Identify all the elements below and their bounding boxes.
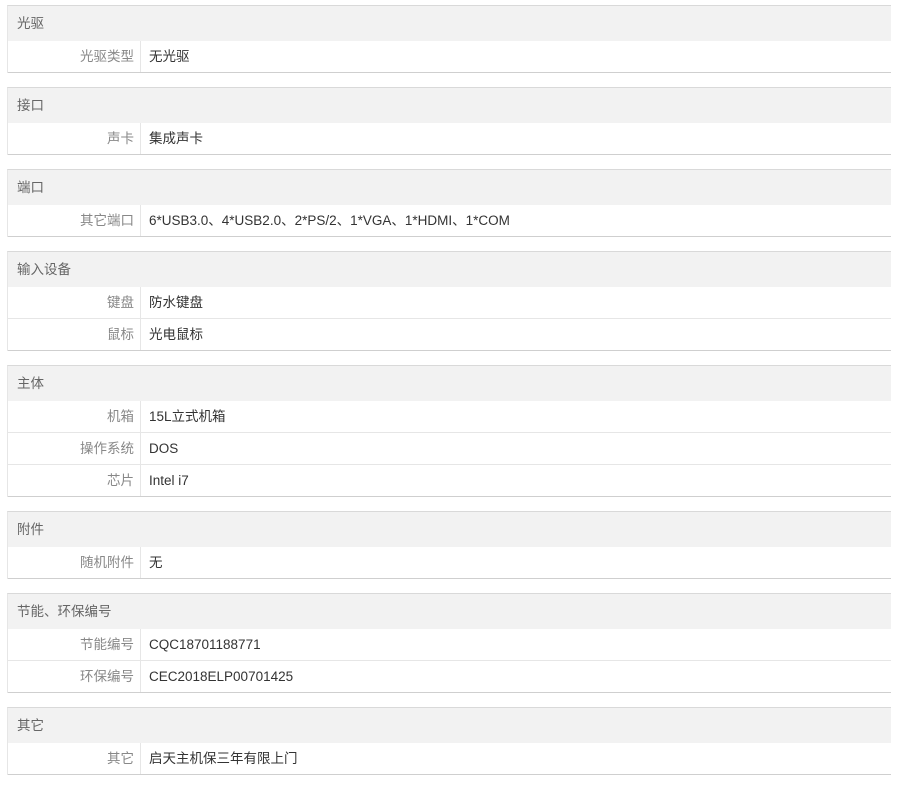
spec-value: 15L立式机箱 — [149, 409, 226, 424]
spec-group-certifications: 节能、环保编号 节能编号 CQC18701188771 环保编号 CEC2018… — [7, 593, 891, 693]
spec-label: 其它 — [8, 743, 141, 774]
spec-value: 6*USB3.0、4*USB2.0、2*PS/2、1*VGA、1*HDMI、1*… — [149, 213, 510, 228]
spec-value: DOS — [149, 441, 179, 456]
group-title: 端口 — [8, 170, 891, 205]
spec-label: 环保编号 — [8, 661, 141, 692]
spec-row: 环保编号 CEC2018ELP00701425 — [8, 661, 891, 693]
spec-value: 防水键盘 — [149, 295, 203, 310]
spec-group-main-unit: 主体 机箱 15L立式机箱 操作系统 DOS 芯片 Intel i7 — [7, 365, 891, 497]
spec-row: 光驱类型 无光驱 — [8, 41, 891, 73]
spec-label: 其它端口 — [8, 205, 141, 236]
spec-value: 无 — [149, 555, 163, 570]
spec-value: 启天主机保三年有限上门 — [149, 751, 298, 766]
group-title: 附件 — [8, 512, 891, 547]
spec-value: CQC18701188771 — [149, 637, 261, 652]
spec-value: 光电鼠标 — [149, 327, 203, 342]
spec-label: 操作系统 — [8, 433, 141, 464]
spec-group-input-devices: 输入设备 键盘 防水键盘 鼠标 光电鼠标 — [7, 251, 891, 351]
spec-value: 无光驱 — [149, 49, 190, 64]
spec-group-optical-drive: 光驱 光驱类型 无光驱 — [7, 5, 891, 73]
spec-label: 键盘 — [8, 287, 141, 318]
group-title: 输入设备 — [8, 252, 891, 287]
spec-value: 集成声卡 — [149, 131, 203, 146]
spec-label: 机箱 — [8, 401, 141, 432]
spec-row: 其它 启天主机保三年有限上门 — [8, 743, 891, 775]
spec-row: 键盘 防水键盘 — [8, 287, 891, 319]
spec-row: 声卡 集成声卡 — [8, 123, 891, 155]
group-title: 节能、环保编号 — [8, 594, 891, 629]
spec-value: CEC2018ELP00701425 — [149, 669, 294, 684]
spec-value: Intel i7 — [149, 473, 189, 488]
spec-label: 声卡 — [8, 123, 141, 154]
spec-label: 随机附件 — [8, 547, 141, 578]
spec-row: 其它端口 6*USB3.0、4*USB2.0、2*PS/2、1*VGA、1*HD… — [8, 205, 891, 237]
spec-label: 光驱类型 — [8, 41, 141, 72]
group-title: 其它 — [8, 708, 891, 743]
group-title: 接口 — [8, 88, 891, 123]
spec-table: 光驱 光驱类型 无光驱 接口 声卡 集成声卡 端口 其它端口 6*USB3.0、… — [7, 5, 891, 789]
spec-label: 芯片 — [8, 465, 141, 496]
group-title: 光驱 — [8, 6, 891, 41]
spec-group-ports: 端口 其它端口 6*USB3.0、4*USB2.0、2*PS/2、1*VGA、1… — [7, 169, 891, 237]
spec-row: 鼠标 光电鼠标 — [8, 319, 891, 351]
spec-row: 随机附件 无 — [8, 547, 891, 579]
spec-group-other: 其它 其它 启天主机保三年有限上门 — [7, 707, 891, 775]
spec-group-interface: 接口 声卡 集成声卡 — [7, 87, 891, 155]
spec-row: 节能编号 CQC18701188771 — [8, 629, 891, 661]
spec-row: 操作系统 DOS — [8, 433, 891, 465]
group-title: 主体 — [8, 366, 891, 401]
spec-group-accessories: 附件 随机附件 无 — [7, 511, 891, 579]
spec-label: 节能编号 — [8, 629, 141, 660]
spec-label: 鼠标 — [8, 319, 141, 350]
spec-row: 芯片 Intel i7 — [8, 465, 891, 497]
spec-row: 机箱 15L立式机箱 — [8, 401, 891, 433]
